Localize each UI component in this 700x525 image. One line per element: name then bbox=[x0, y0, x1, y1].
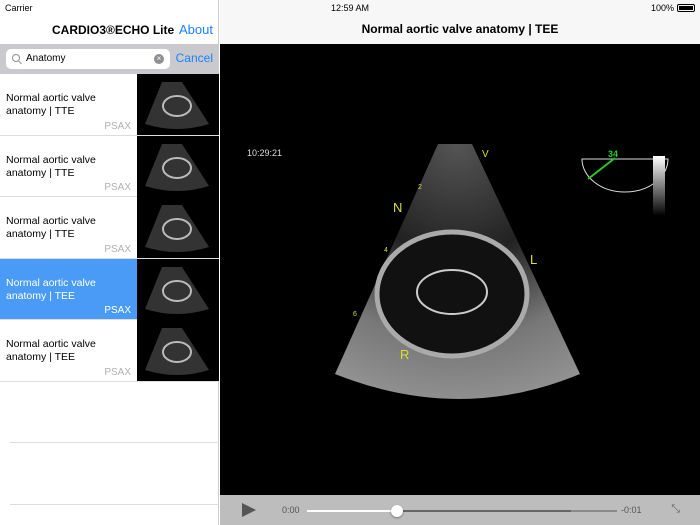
item-thumbnail bbox=[137, 135, 219, 197]
battery-icon bbox=[677, 4, 695, 12]
item-thumbnail bbox=[137, 197, 219, 258]
echo-timestamp: 10:29:21 bbox=[247, 148, 282, 158]
remaining-time: -0:01 bbox=[621, 505, 642, 515]
item-thumbnail bbox=[137, 74, 219, 135]
item-title: Normal aortic valve anatomy | TEE bbox=[6, 276, 96, 302]
status-bar: Carrier 12:59 AM 100% bbox=[0, 0, 700, 16]
list-item[interactable]: Normal aortic valve anatomy | TEE PSAX bbox=[0, 320, 219, 382]
item-view-tag: PSAX bbox=[104, 243, 131, 255]
item-view-tag: PSAX bbox=[104, 120, 131, 132]
search-value: Anatomy bbox=[26, 53, 66, 64]
search-bar: Anatomy × Cancel bbox=[0, 44, 219, 74]
angle-value: 34 bbox=[608, 149, 618, 159]
scrubber-knob[interactable] bbox=[390, 505, 403, 517]
item-view-tag: PSAX bbox=[104, 182, 131, 193]
sidebar: CARDIO3®ECHO Lite About Anatomy × Cancel… bbox=[0, 0, 219, 525]
sidebar-header: CARDIO3®ECHO Lite About bbox=[0, 16, 219, 44]
label-r: R bbox=[400, 347, 409, 362]
label-n: N bbox=[393, 200, 402, 215]
empty-row bbox=[10, 443, 219, 505]
list-item[interactable]: Normal aortic valve anatomy | TTE PSAX bbox=[0, 197, 219, 259]
item-title: Normal aortic valve anatomy | TEE bbox=[6, 338, 96, 363]
echo-video[interactable]: 10:29:21 34 N L R V 2 4 6 bbox=[220, 44, 700, 494]
item-thumbnail bbox=[137, 258, 219, 320]
play-button[interactable] bbox=[242, 503, 256, 517]
item-title: Normal aortic valve anatomy | TTE bbox=[6, 92, 96, 117]
label-l: L bbox=[530, 252, 537, 267]
fullscreen-icon[interactable]: ⤡ bbox=[671, 503, 680, 516]
depth-2: 2 bbox=[418, 184, 422, 191]
search-icon bbox=[12, 54, 20, 62]
aortic-valve bbox=[374, 229, 530, 359]
clock: 12:59 AM bbox=[330, 3, 370, 13]
player-controls: 0:00 -0:01 ⤡ bbox=[220, 495, 700, 525]
item-title: Normal aortic valve anatomy | TTE bbox=[6, 215, 96, 240]
battery-percent: 100% bbox=[650, 3, 674, 13]
detail-title: Normal aortic valve anatomy | TEE bbox=[361, 22, 559, 36]
depth-6: 6 bbox=[353, 311, 357, 318]
cancel-button[interactable]: Cancel bbox=[176, 51, 213, 65]
results-list: Normal aortic valve anatomy | TTE PSAX Nor… bbox=[0, 74, 219, 505]
scrubber[interactable] bbox=[307, 505, 617, 517]
gray-scale-bar bbox=[653, 156, 665, 216]
item-view-tag: PSAX bbox=[104, 366, 131, 378]
elapsed-time: 0:00 bbox=[282, 505, 300, 515]
about-button[interactable]: About bbox=[179, 22, 213, 37]
item-view-tag: PSAX bbox=[104, 305, 131, 316]
list-item[interactable]: Normal aortic valve anatomy | TTE PSAX bbox=[0, 74, 219, 136]
search-input[interactable]: Anatomy × bbox=[6, 49, 170, 69]
label-v: V bbox=[482, 149, 489, 160]
list-item[interactable]: Normal aortic valve anatomy | TTE PSAX bbox=[0, 135, 219, 197]
depth-4: 4 bbox=[384, 247, 388, 254]
clear-icon[interactable]: × bbox=[154, 54, 164, 64]
empty-row bbox=[10, 382, 219, 443]
list-item[interactable]: Normal aortic valve anatomy | TEE PSAX bbox=[0, 258, 219, 320]
app-title: CARDIO3®ECHO Lite bbox=[52, 23, 175, 37]
item-title: Normal aortic valve anatomy | TTE bbox=[6, 153, 96, 179]
item-thumbnail bbox=[137, 320, 219, 381]
detail-pane: Normal aortic valve anatomy | TEE 10:29:… bbox=[220, 0, 700, 525]
